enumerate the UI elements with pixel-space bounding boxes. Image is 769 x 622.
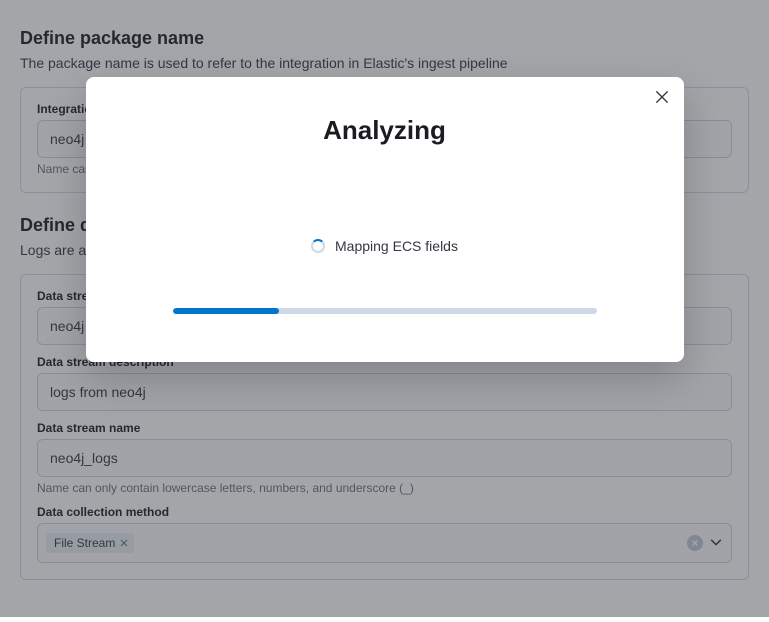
modal-overlay: Analyzing Mapping ECS fields <box>0 0 769 617</box>
progress-fill <box>173 308 279 314</box>
modal-title: Analyzing <box>102 115 668 146</box>
analyzing-modal: Analyzing Mapping ECS fields <box>86 77 684 362</box>
close-icon[interactable] <box>652 87 672 107</box>
progress-bar <box>173 308 597 314</box>
modal-status-text: Mapping ECS fields <box>335 238 458 254</box>
spinner-icon <box>311 239 325 253</box>
modal-status: Mapping ECS fields <box>102 238 668 254</box>
